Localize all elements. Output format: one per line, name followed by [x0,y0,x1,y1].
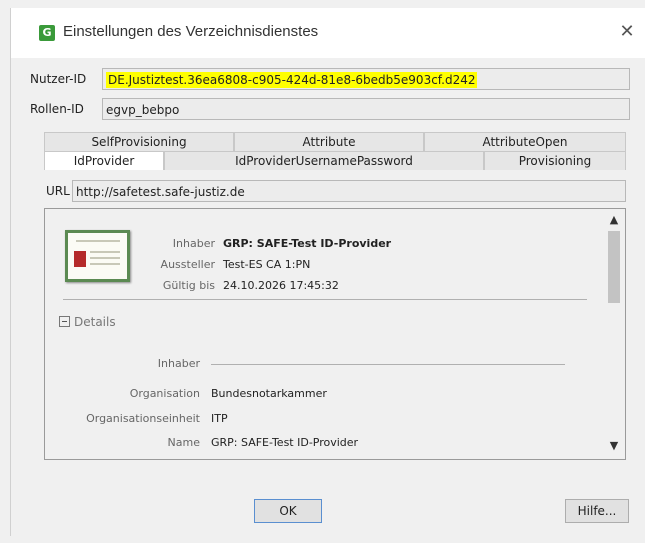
gueltig-label: Gültig bis [162,279,215,292]
tab-attribute[interactable]: Attribute [234,132,424,151]
organisation-value: Bundesnotarkammer [211,387,327,400]
organisation-label: Organisation [129,387,200,400]
tab-idprovider-username-password[interactable]: IdProviderUsernamePassword [164,151,484,170]
url-label: URL [46,184,70,198]
tab-idprovider[interactable]: IdProvider [44,151,164,170]
certificate-panel[interactable]: Inhaber GRP: SAFE-Test ID-Provider Ausst… [44,208,626,460]
nutzer-id-row: Nutzer-ID DE.Justiztest.36ea6808-c905-42… [28,68,630,92]
scroll-up-icon[interactable]: ▲ [607,213,621,227]
window-title: Einstellungen des Verzeichnisdienstes [63,23,319,40]
url-field[interactable]: http://safetest.safe-justiz.de [72,180,626,202]
rollen-id-label: Rollen-ID [30,102,84,116]
scroll-down-icon[interactable]: ▼ [607,439,621,453]
organisationseinheit-label: Organisationseinheit [86,412,200,425]
aussteller-value: Test-ES CA 1:PN [223,258,311,271]
tab-bar: SelfProvisioning Attribute AttributeOpen… [44,126,626,170]
certificate-summary: Inhaber GRP: SAFE-Test ID-Provider Ausst… [63,227,587,300]
tab-provisioning[interactable]: Provisioning [484,151,626,170]
nutzer-id-label: Nutzer-ID [30,72,87,86]
gueltig-value: 24.10.2026 17:45:32 [223,279,339,292]
close-icon[interactable]: ✕ [617,22,637,42]
details-inhaber-heading: Inhaber [157,357,200,370]
inhaber-label: Inhaber [172,237,215,250]
rollen-id-value: egvp_bebpo [106,103,180,117]
scroll-thumb[interactable] [608,231,620,303]
help-button[interactable]: Hilfe... [565,499,629,523]
nutzer-id-value: DE.Justiztest.36ea6808-c905-424d-81e8-6b… [106,72,478,88]
details-toggle[interactable]: Details [59,315,116,329]
name-label: Name [167,436,200,449]
app-icon: G [39,25,55,41]
organisationseinheit-value: ITP [211,412,228,425]
title-bar: G Einstellungen des Verzeichnisdienstes … [11,8,645,58]
certificate-icon [65,230,130,282]
aussteller-label: Aussteller [160,258,215,271]
tab-attributeopen[interactable]: AttributeOpen [424,132,626,151]
details-separator [211,364,565,365]
rollen-id-row: Rollen-ID egvp_bebpo [28,98,630,122]
url-row: URL http://safetest.safe-justiz.de [44,180,626,204]
url-value: http://safetest.safe-justiz.de [76,185,245,199]
ok-button[interactable]: OK [254,499,322,523]
collapse-icon [59,316,70,327]
vertical-scrollbar[interactable]: ▲ ▼ [603,209,625,459]
inhaber-value: GRP: SAFE-Test ID-Provider [223,237,392,250]
details-label: Details [74,315,116,329]
rollen-id-field[interactable]: egvp_bebpo [102,98,630,120]
name-value: GRP: SAFE-Test ID-Provider [211,436,359,449]
tab-selfprovisioning[interactable]: SelfProvisioning [44,132,234,151]
nutzer-id-field[interactable]: DE.Justiztest.36ea6808-c905-424d-81e8-6b… [102,68,630,90]
